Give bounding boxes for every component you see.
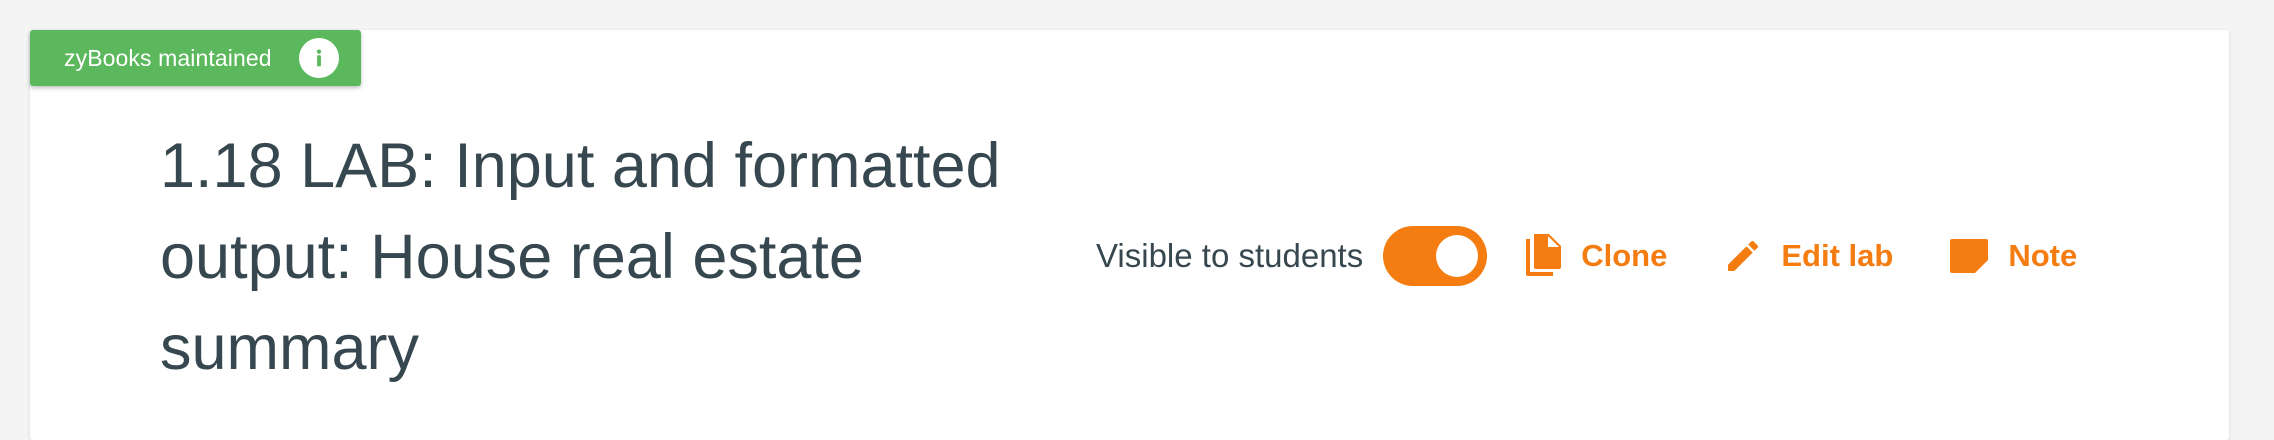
note-button[interactable]: Note — [1948, 238, 2077, 274]
info-icon[interactable] — [299, 38, 339, 78]
note-icon — [1948, 238, 1990, 274]
visible-to-students-label: Visible to students — [1096, 237, 1364, 274]
clone-button[interactable]: Clone — [1523, 233, 1667, 279]
edit-lab-button[interactable]: Edit lab — [1723, 236, 1893, 276]
clone-label: Clone — [1581, 238, 1668, 273]
toggle-knob — [1436, 235, 1479, 277]
page-title: 1.18 LAB: Input and formatted output: Ho… — [160, 131, 1001, 383]
zybooks-maintained-badge: zyBooks maintained — [30, 30, 361, 86]
edit-lab-label: Edit lab — [1781, 238, 1894, 273]
pencil-icon — [1723, 236, 1763, 276]
lab-controls: Visible to students Clone Edit lab Note — [1096, 218, 2077, 294]
badge-label: zyBooks maintained — [64, 44, 272, 71]
copy-icon — [1523, 233, 1563, 279]
note-label: Note — [2008, 238, 2078, 273]
visible-to-students-toggle[interactable] — [1383, 226, 1488, 286]
